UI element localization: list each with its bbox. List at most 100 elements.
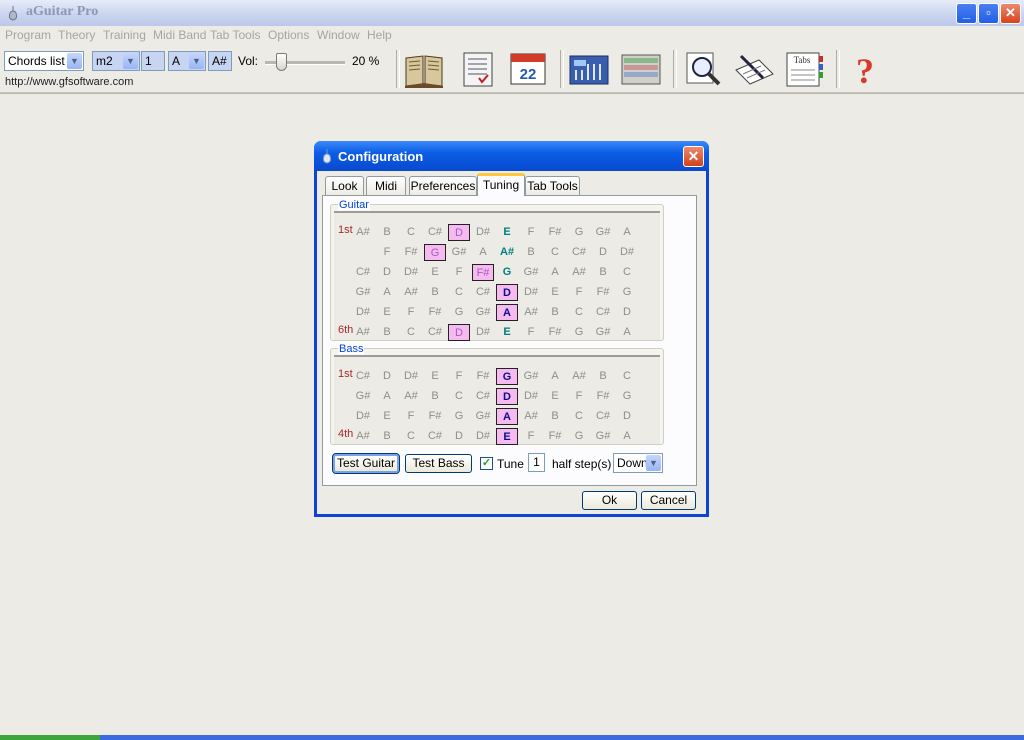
tab-tuning[interactable]: Tuning [477,173,525,196]
magnifier-icon[interactable] [682,50,724,88]
bass-note[interactable]: G [568,428,590,445]
guitar-note[interactable]: D# [400,264,422,281]
menu-theory[interactable]: Theory [58,28,95,42]
guitar-note[interactable]: A [616,324,638,341]
bass-note[interactable]: D [376,368,398,385]
guitar-note[interactable]: C [544,244,566,261]
guitar-note[interactable]: D [376,264,398,281]
guitar-note[interactable]: C# [568,244,590,261]
bass-note[interactable]: A# [352,428,374,445]
bass-note[interactable]: C [400,428,422,445]
guitar-note[interactable]: G [568,224,590,241]
bass-selected-note[interactable]: G [496,368,518,385]
guitar-note[interactable]: G [568,324,590,341]
bass-note[interactable]: A [376,388,398,405]
guitar-note[interactable]: A# [496,244,518,261]
guitar-note[interactable]: D# [472,324,494,341]
tune-amount-field[interactable]: 1 [528,453,545,472]
restore-button[interactable]: ▫ [978,3,999,24]
ok-button[interactable]: Ok [582,491,637,510]
midi-mixer-icon[interactable] [568,50,610,88]
guitar-note[interactable]: D# [472,224,494,241]
tab-tab-tools[interactable]: Tab Tools [525,176,580,195]
guitar-note[interactable]: G# [592,224,614,241]
checklist-icon[interactable] [457,50,499,88]
guitar-note[interactable]: A# [400,284,422,301]
guitar-note[interactable]: D# [616,244,638,261]
bass-note[interactable]: A [616,428,638,445]
guitar-selected-note[interactable]: F# [472,264,494,281]
bass-note[interactable]: F# [472,368,494,385]
bass-note[interactable]: E [424,368,446,385]
bass-note[interactable]: G [448,408,470,425]
guitar-note[interactable]: B [520,244,542,261]
bass-note[interactable]: A [544,368,566,385]
guitar-selected-note[interactable]: G [424,244,446,261]
bass-note[interactable]: E [376,408,398,425]
guitar-note[interactable]: F# [592,284,614,301]
bass-note[interactable]: F# [592,388,614,405]
guitar-note[interactable]: G# [472,304,494,321]
bass-selected-note[interactable]: A [496,408,518,425]
menu-program[interactable]: Program [5,28,51,42]
test-bass-button[interactable]: Test Bass [405,454,472,473]
start-button-strip[interactable] [0,735,100,740]
bass-note[interactable]: C# [592,408,614,425]
chevron-down-icon[interactable]: ▼ [646,455,661,471]
interval-select[interactable]: m2 ▼ [92,51,140,71]
cancel-button[interactable]: Cancel [641,491,696,510]
bass-note[interactable]: C# [424,428,446,445]
guitar-note[interactable]: B [544,304,566,321]
guitar-note[interactable]: B [424,284,446,301]
bass-note[interactable]: C# [472,388,494,405]
bass-note[interactable]: C [616,368,638,385]
bass-note[interactable]: C [448,388,470,405]
bass-note[interactable]: F# [544,428,566,445]
menu-window[interactable]: Window [317,28,360,42]
direction-select[interactable]: Down ▼ [613,453,663,473]
bass-note[interactable]: A# [568,368,590,385]
guitar-note[interactable]: F# [544,324,566,341]
guitar-note[interactable]: F [568,284,590,301]
guitar-note[interactable]: G [616,284,638,301]
guitar-note[interactable]: C [400,224,422,241]
bass-note[interactable]: A# [400,388,422,405]
guitar-note[interactable]: C# [592,304,614,321]
guitar-note[interactable]: E [376,304,398,321]
guitar-note[interactable]: D [616,304,638,321]
chevron-down-icon[interactable]: ▼ [123,53,138,69]
guitar-note[interactable]: F [520,324,542,341]
tab-editor-icon[interactable] [733,50,775,88]
guitar-note[interactable]: E [496,324,518,341]
dialog-titlebar[interactable]: Configuration ✕ [314,141,709,171]
guitar-note[interactable]: D [592,244,614,261]
bass-note[interactable]: D [616,408,638,425]
minimize-button[interactable]: _ [956,3,977,24]
dialog-close-button[interactable]: ✕ [683,146,704,167]
guitar-note[interactable]: D# [520,284,542,301]
menu-training[interactable]: Training [103,28,146,42]
menu-tab-tools[interactable]: Tab Tools [210,28,260,42]
tabs-icon[interactable]: Tabs [783,50,825,88]
test-guitar-button[interactable]: Test Guitar [332,453,400,474]
interval-number[interactable]: 1 [141,51,165,71]
bass-note[interactable]: F [400,408,422,425]
guitar-note[interactable]: B [376,224,398,241]
tab-preferences[interactable]: Preferences [409,176,477,195]
bass-note[interactable]: E [544,388,566,405]
bass-note[interactable]: G# [592,428,614,445]
guitar-note[interactable]: F [376,244,398,261]
bass-selected-note[interactable]: E [496,428,518,445]
tab-midi[interactable]: Midi [366,176,406,195]
guitar-selected-note[interactable]: D [448,224,470,241]
guitar-note[interactable]: D# [352,304,374,321]
guitar-note[interactable]: C# [472,284,494,301]
tune-checkbox[interactable]: ✓ [480,457,493,470]
bass-note[interactable]: G# [520,368,542,385]
guitar-note[interactable]: B [592,264,614,281]
tracks-icon[interactable] [620,50,662,88]
guitar-note[interactable]: F [400,304,422,321]
bass-note[interactable]: D [448,428,470,445]
bass-note[interactable]: C# [352,368,374,385]
bass-selected-note[interactable]: D [496,388,518,405]
